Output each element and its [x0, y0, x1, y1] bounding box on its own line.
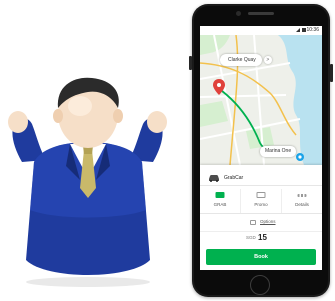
option-payment[interactable]: GRAB	[200, 189, 241, 213]
map-view[interactable]	[200, 35, 322, 165]
option-promo[interactable]: Promo	[241, 189, 282, 213]
home-button[interactable]	[250, 275, 270, 295]
destination-location-chip[interactable]: Marina One	[260, 146, 297, 157]
battery-icon	[302, 28, 306, 32]
volume-button	[189, 56, 192, 70]
option-details[interactable]: Details	[282, 189, 322, 213]
pickup-location-label: Clarke Quay	[228, 57, 256, 63]
more-icon	[297, 194, 307, 197]
promo-row[interactable]: Options	[200, 217, 322, 229]
pickup-location-chip[interactable]: Clarke Quay >	[220, 54, 272, 66]
fare-value: 15	[258, 233, 267, 242]
fare-currency: SGD	[246, 235, 256, 240]
tag-icon	[256, 192, 266, 198]
businessman-mascot	[8, 77, 167, 287]
status-time: 10:36	[306, 27, 319, 33]
smartphone: 10:36 Clarke Quay > Marina One GrabCar G…	[189, 4, 333, 297]
ride-options: GRAB Promo Details	[200, 189, 322, 214]
fare-row: SGD 15	[200, 231, 322, 244]
wallet-icon	[215, 192, 225, 198]
status-icons	[296, 28, 306, 32]
option-label: Details	[295, 202, 309, 207]
options-link[interactable]: Options	[260, 219, 276, 225]
status-bar: 10:36	[200, 26, 322, 35]
option-label: GRAB	[213, 202, 227, 207]
car-icon	[209, 175, 219, 182]
book-button[interactable]: Book	[206, 249, 316, 265]
tag-icon	[250, 220, 256, 225]
booking-sheet: GrabCar GRAB Promo Details Options SGD 1…	[200, 165, 322, 270]
power-button	[330, 64, 333, 82]
service-name: GrabCar	[224, 175, 244, 181]
service-selector[interactable]: GrabCar	[200, 171, 322, 186]
option-label: Promo	[254, 202, 268, 207]
front-camera	[236, 11, 241, 16]
earpiece-speaker	[248, 12, 274, 15]
destination-location-label: Marina One	[265, 148, 292, 154]
destination-pin-icon	[296, 153, 304, 161]
chevron-right-icon[interactable]: >	[263, 56, 272, 64]
signal-icon	[296, 28, 300, 32]
phone-screen: 10:36 Clarke Quay > Marina One GrabCar G…	[200, 26, 322, 270]
scene: 10:36 Clarke Quay > Marina One GrabCar G…	[0, 0, 335, 301]
